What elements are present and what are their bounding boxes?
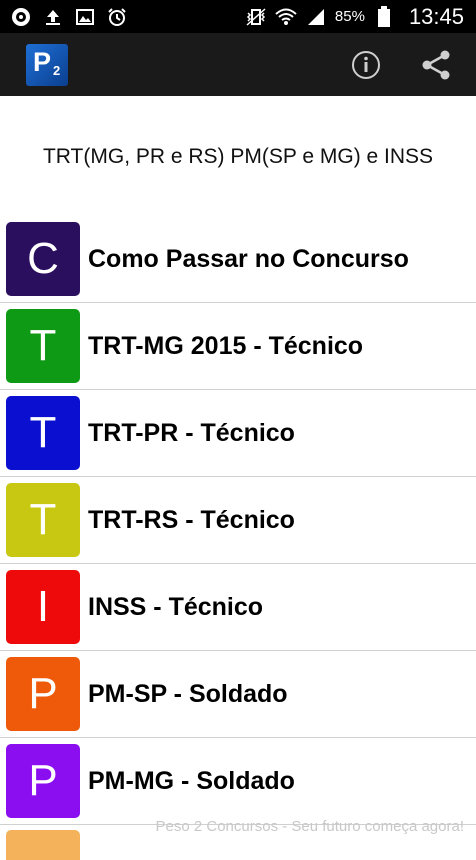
logo-text: P <box>33 47 51 78</box>
system-icons: 85% 13:45 <box>245 4 476 30</box>
share-button[interactable] <box>420 49 452 81</box>
image-icon <box>74 6 96 28</box>
item-label: TRT-MG 2015 - Técnico <box>88 332 363 361</box>
item-badge: P <box>6 657 80 731</box>
list-item[interactable]: I INSS - Técnico <box>0 564 476 651</box>
list-item[interactable]: T TRT-PR - Técnico <box>0 390 476 477</box>
logo-subscript: 2 <box>53 63 60 78</box>
wifi-icon <box>275 6 297 28</box>
list-item[interactable]: P PM-SP - Soldado <box>0 651 476 738</box>
item-label: Como Passar no Concurso <box>88 245 409 274</box>
status-bar: 85% 13:45 <box>0 0 476 33</box>
app-bar: P 2 <box>0 33 476 96</box>
alarm-icon <box>106 6 128 28</box>
list-item[interactable]: T TRT-RS - Técnico <box>0 477 476 564</box>
info-button[interactable] <box>350 49 382 81</box>
list-item[interactable]: P PM-MG - Soldado <box>0 738 476 825</box>
heading-text: TRT(MG, PR e RS) PM(SP e MG) e INSS <box>43 145 433 169</box>
item-label: TRT-PR - Técnico <box>88 419 295 448</box>
item-badge: P <box>6 744 80 818</box>
exam-list: C Como Passar no Concurso T TRT-MG 2015 … <box>0 216 476 825</box>
battery-icon <box>373 6 395 28</box>
battery-percent: 85% <box>335 8 365 25</box>
item-label: PM-SP - Soldado <box>88 680 288 709</box>
notification-icons <box>0 6 128 28</box>
item-badge: T <box>6 309 80 383</box>
item-badge: T <box>6 483 80 557</box>
app-icon <box>10 6 32 28</box>
item-badge: T <box>6 396 80 470</box>
upload-icon <box>42 6 64 28</box>
footer-text: Peso 2 Concursos - Seu futuro começa ago… <box>156 818 476 835</box>
item-badge: I <box>6 570 80 644</box>
item-badge: C <box>6 222 80 296</box>
item-label: PM-MG - Soldado <box>88 767 295 796</box>
app-bar-actions <box>350 49 476 81</box>
app-logo[interactable]: P 2 <box>26 44 68 86</box>
list-item[interactable]: C Como Passar no Concurso <box>0 216 476 303</box>
page-heading: TRT(MG, PR e RS) PM(SP e MG) e INSS <box>0 96 476 218</box>
list-item[interactable]: T TRT-MG 2015 - Técnico <box>0 303 476 390</box>
item-label: TRT-RS - Técnico <box>88 506 295 535</box>
item-label: INSS - Técnico <box>88 593 263 622</box>
signal-icon <box>305 6 327 28</box>
footer-tagline: Peso 2 Concursos - Seu futuro começa ago… <box>0 818 476 842</box>
vibrate-icon <box>245 6 267 28</box>
clock: 13:45 <box>409 4 464 30</box>
info-icon <box>351 50 381 80</box>
share-icon <box>420 49 452 81</box>
